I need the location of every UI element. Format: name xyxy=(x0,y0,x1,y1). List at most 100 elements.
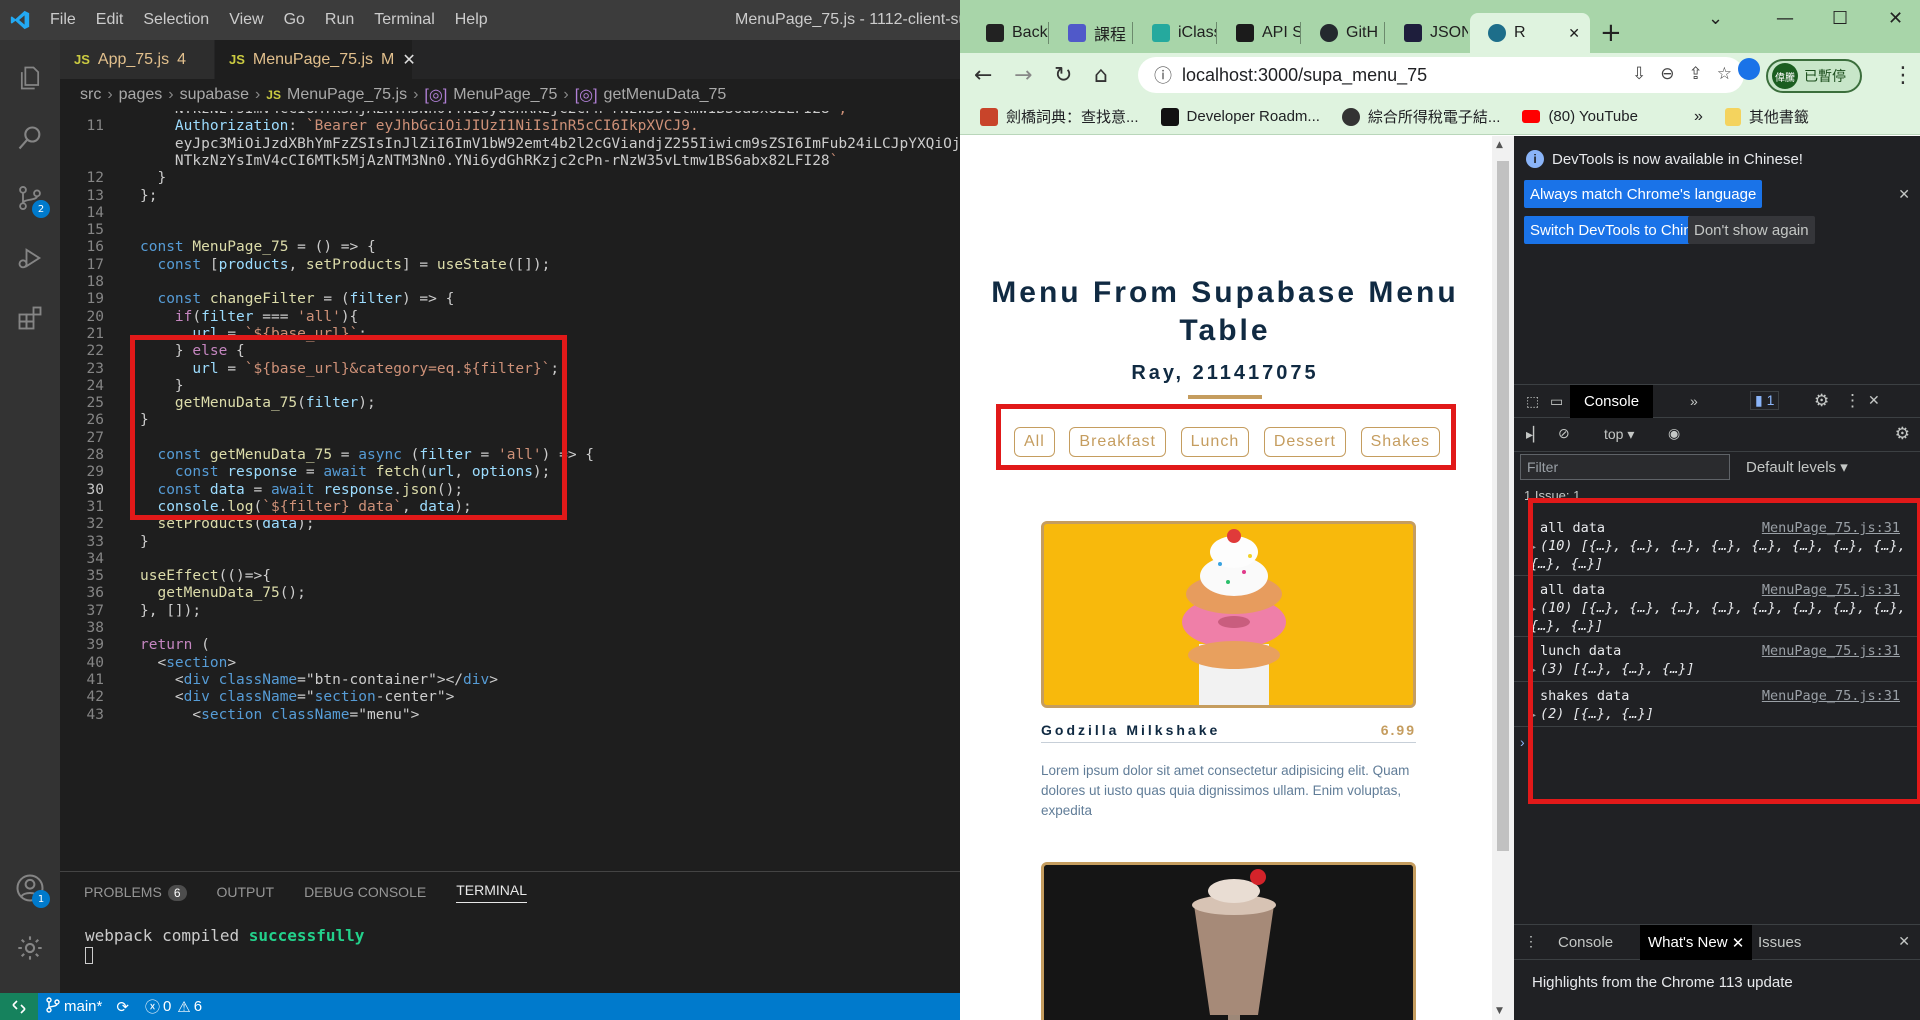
scroll-down-icon[interactable]: ▼ xyxy=(1496,1006,1503,1016)
context-select[interactable]: top ▾ xyxy=(1604,426,1634,443)
zoom-icon[interactable]: ⊖ xyxy=(1660,64,1674,84)
menu-view[interactable]: View xyxy=(219,0,273,40)
device-toolbar-icon[interactable]: ▭ xyxy=(1550,393,1563,410)
other-bookmarks[interactable]: 其他書籤 xyxy=(1724,106,1809,127)
bookmark-item[interactable]: (80) YouTube xyxy=(1522,108,1638,125)
terminal-output[interactable]: webpack compiled successfully xyxy=(60,926,960,968)
clear-console-icon[interactable]: ⊘ xyxy=(1558,425,1570,442)
tab-menupage-js[interactable]: JS MenuPage_75.js M ✕ xyxy=(215,40,416,79)
page-scrollbar[interactable]: ▲ ▼ xyxy=(1492,136,1514,1020)
minimize-icon[interactable]: — xyxy=(1776,8,1794,29)
reload-icon[interactable]: ↻ xyxy=(1054,63,1072,88)
bookmark-item[interactable]: 綜合所得稅電子結... xyxy=(1341,106,1500,127)
chrome-tab[interactable]: iClass xyxy=(1134,13,1216,53)
bookmarks-overflow-icon[interactable]: » xyxy=(1694,108,1703,126)
match-language-button[interactable]: Always match Chrome's language xyxy=(1524,180,1763,208)
filter-shakes-button[interactable]: Shakes xyxy=(1360,427,1440,457)
filter-dessert-button[interactable]: Dessert xyxy=(1263,427,1346,457)
chrome-tab-active[interactable]: R ✕ xyxy=(1470,13,1590,53)
menu-edit[interactable]: Edit xyxy=(86,0,134,40)
sidebar-toggle-icon[interactable]: ▸▏ xyxy=(1526,426,1544,443)
profile-button[interactable]: 偉騰 已暫停 xyxy=(1766,59,1862,93)
menu-selection[interactable]: Selection xyxy=(133,0,219,40)
chrome-tab[interactable]: API S xyxy=(1218,13,1300,53)
menu-run[interactable]: Run xyxy=(315,0,364,40)
close-icon[interactable]: ✕ xyxy=(1898,186,1910,203)
filter-all-button[interactable]: All xyxy=(1014,427,1055,457)
scroll-up-icon[interactable]: ▲ xyxy=(1496,140,1503,150)
tab-console[interactable]: Console xyxy=(1570,385,1654,418)
chrome-tab[interactable]: GitH xyxy=(1302,13,1384,53)
close-icon[interactable]: ✕ xyxy=(402,50,415,70)
chrome-tab[interactable]: Back xyxy=(968,13,1048,53)
breadcrumb-item[interactable]: MenuPage_75.js xyxy=(287,86,407,104)
forward-icon[interactable]: → xyxy=(1014,63,1032,88)
inspect-element-icon[interactable]: ⬚ xyxy=(1526,393,1539,410)
menu-help[interactable]: Help xyxy=(445,0,498,40)
log-levels-select[interactable]: Default levels ▾ xyxy=(1746,458,1848,476)
breadcrumb-item[interactable]: MenuPage_75 xyxy=(453,86,557,104)
breadcrumb-item[interactable]: src xyxy=(80,86,101,104)
filter-lunch-button[interactable]: Lunch xyxy=(1180,427,1250,457)
extension-icon[interactable] xyxy=(1738,58,1760,80)
breadcrumb-item[interactable]: pages xyxy=(119,86,163,104)
run-debug-icon[interactable] xyxy=(0,228,60,288)
bookmark-item[interactable]: 劍橋詞典：查找意... xyxy=(980,106,1139,127)
chrome-tab[interactable]: JSON xyxy=(1386,13,1468,53)
tab-problems[interactable]: PROBLEMS 6 xyxy=(84,884,187,901)
error-count[interactable]: 0 xyxy=(163,998,171,1015)
drawer-tab-console[interactable]: Console xyxy=(1558,925,1613,960)
drawer-menu-icon[interactable]: ⋮ xyxy=(1524,933,1538,950)
drawer-tab-whats-new[interactable]: What's New ✕ xyxy=(1640,925,1753,960)
tab-output[interactable]: OUTPUT xyxy=(217,884,275,900)
warning-count[interactable]: 6 xyxy=(194,998,202,1015)
more-options-icon[interactable]: ⋮ xyxy=(1844,391,1861,411)
install-icon[interactable]: ⇩ xyxy=(1632,64,1646,84)
new-tab-icon[interactable]: + xyxy=(1600,18,1622,48)
filter-breakfast-button[interactable]: Breakfast xyxy=(1069,427,1166,457)
close-window-icon[interactable]: ✕ xyxy=(1888,8,1903,29)
close-icon[interactable]: ✕ xyxy=(1568,25,1580,42)
accounts-icon[interactable]: 1 xyxy=(0,858,60,918)
address-bar[interactable]: ⓘ localhost:3000/supa_menu_75 ⇩ ⊖ ⇪ ☆ xyxy=(1138,57,1744,93)
scrollbar-thumb[interactable] xyxy=(1497,161,1509,851)
search-icon[interactable] xyxy=(0,108,60,168)
breadcrumb-item[interactable]: supabase xyxy=(180,86,249,104)
share-icon[interactable]: ⇪ xyxy=(1689,64,1703,84)
settings-gear-icon[interactable]: ⚙ xyxy=(1814,391,1829,411)
menu-file[interactable]: File xyxy=(40,0,86,40)
bookmark-star-icon[interactable]: ☆ xyxy=(1717,64,1732,84)
close-devtools-icon[interactable]: ✕ xyxy=(1868,392,1880,409)
dont-show-button[interactable]: Don't show again xyxy=(1688,216,1815,244)
bookmark-item[interactable]: Developer Roadm... xyxy=(1160,107,1320,126)
console-prompt-icon[interactable]: › xyxy=(1520,734,1525,750)
code-line[interactable]: 43 <section className="menu"> xyxy=(60,705,960,726)
live-expression-eye-icon[interactable]: ◉ xyxy=(1668,425,1680,442)
issues-badge[interactable]: ▮ 1 xyxy=(1750,391,1780,410)
remote-icon[interactable] xyxy=(0,993,38,1020)
chrome-menu-icon[interactable]: ⋮ xyxy=(1892,63,1914,88)
extensions-icon[interactable] xyxy=(0,288,60,348)
close-icon[interactable]: ✕ xyxy=(1732,934,1745,952)
drawer-tab-issues[interactable]: Issues xyxy=(1758,925,1801,960)
maximize-icon[interactable]: ☐ xyxy=(1832,8,1848,29)
home-icon[interactable]: ⌂ xyxy=(1094,63,1108,88)
breadcrumb-item[interactable]: getMenuData_75 xyxy=(604,86,727,104)
console-filter-input[interactable]: Filter xyxy=(1520,454,1730,480)
tab-debug-console[interactable]: DEBUG CONSOLE xyxy=(304,884,426,900)
chrome-tab[interactable]: 課程 xyxy=(1050,13,1132,53)
site-info-icon[interactable]: ⓘ xyxy=(1154,62,1172,88)
console-settings-icon[interactable]: ⚙ xyxy=(1895,424,1910,444)
explorer-icon[interactable] xyxy=(0,48,60,108)
sync-icon[interactable]: ⟳ xyxy=(116,998,129,1016)
tab-terminal[interactable]: TERMINAL xyxy=(456,882,527,903)
manage-gear-icon[interactable] xyxy=(0,918,60,978)
more-tabs-icon[interactable]: » xyxy=(1690,393,1698,409)
branch-name[interactable]: main* xyxy=(64,998,102,1015)
tab-search-icon[interactable]: ⌄ xyxy=(1708,8,1723,29)
source-control-icon[interactable]: 2 xyxy=(0,168,60,228)
menu-go[interactable]: Go xyxy=(274,0,315,40)
close-drawer-icon[interactable]: ✕ xyxy=(1898,933,1910,950)
tab-app-js[interactable]: JS App_75.js 4 xyxy=(60,40,215,79)
back-icon[interactable]: ← xyxy=(974,63,992,88)
